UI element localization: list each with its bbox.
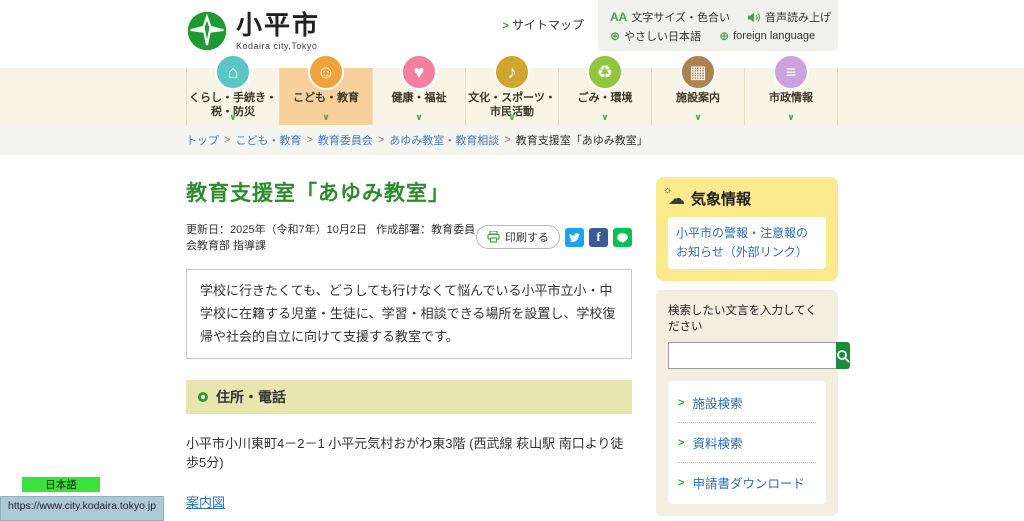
breadcrumb-link[interactable]: こども・教育 bbox=[235, 132, 301, 148]
nav-tab-children-education[interactable]: ☺ こども・教育 ∨ bbox=[280, 54, 373, 125]
article-summary: 学校に行きたくても、どうしても行けなくて悩んでいる小平市立小・中学校に在籍する児… bbox=[186, 269, 632, 360]
chevron-down-icon: ∨ bbox=[694, 112, 702, 122]
search-icon bbox=[837, 349, 850, 363]
breadcrumb-link[interactable]: 教育委員会 bbox=[318, 132, 373, 148]
map-link[interactable]: 案内図 bbox=[186, 492, 225, 511]
twitter-icon[interactable] bbox=[565, 227, 584, 247]
sidebar-link-form-download[interactable]: > 申請書ダウンロード bbox=[678, 463, 816, 502]
kodaira-emblem-icon bbox=[187, 11, 227, 51]
chevron-right-icon: > bbox=[678, 476, 685, 489]
nav-tab-living[interactable]: ⌂ くらし・手続き・税・防災 ∨ bbox=[186, 54, 280, 125]
section-header-address-phone: 住所・電話 bbox=[186, 380, 632, 415]
nav-tab-garbage-environment[interactable]: ♻ ごみ・環境 ∨ bbox=[559, 54, 652, 125]
breadcrumb: トップ > こども・教育 > 教育委員会 > あゆみ教室・教育相談 > 教育支援… bbox=[0, 125, 1024, 155]
weather-icon: ☼ ☁ bbox=[663, 185, 685, 208]
page-meta: 更新日：2025年（令和7年）10月2日 作成部署：教育委員会教育部 指導課 bbox=[186, 221, 476, 253]
chevron-down-icon: ∨ bbox=[322, 112, 330, 122]
sidebar: ☼ ☁ 気象情報 小平市の警報・注意報のお知らせ（外部リンク） 検索したい文言を入… bbox=[656, 177, 850, 521]
weather-alert-link[interactable]: 小平市の警報・注意報のお知らせ（外部リンク） bbox=[676, 224, 818, 262]
font-size-color-link[interactable]: AA 文字サイズ・色合い bbox=[610, 9, 730, 25]
breadcrumb-link-top[interactable]: トップ bbox=[186, 132, 219, 148]
culture-icon: ♪ bbox=[494, 54, 530, 90]
search-input[interactable] bbox=[668, 342, 836, 370]
text-to-speech-link[interactable]: 音声読み上げ bbox=[748, 9, 831, 25]
nav-tab-facilities[interactable]: ▦ 施設案内 ∨ bbox=[652, 54, 745, 125]
sitemap-link[interactable]: > サイトマップ bbox=[503, 16, 584, 33]
sidebar-link-document-search[interactable]: > 資料検索 bbox=[678, 423, 816, 464]
chevron-down-icon: ∨ bbox=[601, 112, 609, 122]
search-label: 検索したい文言を入力してください bbox=[668, 305, 817, 334]
breadcrumb-link[interactable]: あゆみ教室・教育相談 bbox=[389, 132, 499, 148]
search-button[interactable] bbox=[836, 342, 850, 370]
nav-tab-health-welfare[interactable]: ♥ 健康・福祉 ∨ bbox=[373, 54, 466, 125]
children-icon: ☺ bbox=[308, 54, 344, 90]
foreign-language-link[interactable]: ⊕ foreign language bbox=[719, 28, 815, 44]
utility-links: AA 文字サイズ・色合い 音声読み上げ ⊕ やさしい日本語 ⊕ foreign … bbox=[598, 0, 838, 51]
ring-bullet-icon bbox=[198, 392, 208, 403]
chevron-right-icon: > bbox=[502, 20, 509, 32]
globe-icon: ⊕ bbox=[719, 29, 730, 43]
facebook-icon[interactable]: f bbox=[589, 227, 608, 247]
city-info-icon: ≡ bbox=[773, 54, 809, 90]
updated-date: 更新日：2025年（令和7年）10月2日 bbox=[186, 224, 367, 236]
language-badge[interactable]: 日本語 bbox=[22, 477, 100, 492]
easy-japanese-link[interactable]: ⊕ やさしい日本語 bbox=[610, 28, 701, 44]
speaker-icon bbox=[748, 12, 761, 22]
facilities-icon: ▦ bbox=[680, 54, 716, 90]
line-icon[interactable] bbox=[613, 227, 632, 247]
nav-tab-culture-sports[interactable]: ♪ 文化・スポーツ・市民活動 ∨ bbox=[466, 54, 559, 125]
breadcrumb-current: 教育支援室「あゆみ教室」 bbox=[515, 135, 648, 147]
weather-info-box: ☼ ☁ 気象情報 小平市の警報・注意報のお知らせ（外部リンク） bbox=[656, 177, 838, 282]
health-icon: ♥ bbox=[401, 54, 437, 90]
sidebar-link-facility-search[interactable]: > 施設検索 bbox=[678, 383, 816, 424]
weather-title: 気象情報 bbox=[691, 191, 752, 208]
site-search-box: 検索したい文言を入力してください > 施設検索 > 資料検索 > 申請書ダウンロ… bbox=[656, 290, 850, 517]
text-size-icon: AA bbox=[610, 10, 628, 24]
chevron-down-icon: ∨ bbox=[787, 112, 795, 122]
globe-icon: ⊕ bbox=[610, 29, 621, 43]
living-icon: ⌂ bbox=[215, 54, 251, 90]
print-button[interactable]: 印刷する bbox=[476, 225, 560, 249]
chevron-down-icon: ∨ bbox=[508, 112, 516, 122]
chevron-right-icon: > bbox=[678, 396, 685, 409]
city-name-en: Kodaira city,Tokyo bbox=[236, 41, 318, 52]
city-name: 小平市 bbox=[236, 10, 321, 40]
chevron-right-icon: > bbox=[678, 436, 685, 449]
page-title: 教育支援室「あゆみ教室」 bbox=[186, 182, 450, 205]
nav-tab-city-info[interactable]: ≡ 市政情報 ∨ bbox=[745, 54, 838, 125]
chevron-down-icon: ∨ bbox=[415, 112, 423, 122]
chevron-down-icon: ∨ bbox=[229, 112, 237, 122]
printer-icon bbox=[487, 231, 500, 243]
address-text: 小平市小川東町4－2－1 小平元気村おがわ東3階 (西武線 萩山駅 南口より徒歩… bbox=[186, 436, 624, 471]
garbage-icon: ♻ bbox=[587, 54, 623, 90]
site-logo[interactable]: 小平市 Kodaira city,Tokyo bbox=[186, 10, 320, 68]
main-navigation: ⌂ くらし・手続き・税・防災 ∨ ☺ こども・教育 ∨ ♥ 健康・福祉 ∨ ♪ … bbox=[0, 54, 1024, 125]
